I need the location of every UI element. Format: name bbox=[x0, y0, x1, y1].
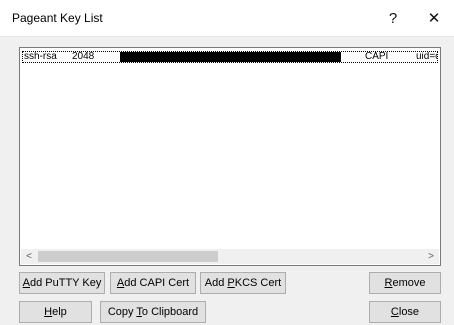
horizontal-scrollbar[interactable]: < > bbox=[21, 249, 439, 264]
add-capi-cert-label-post: dd CAPI Cert bbox=[124, 277, 190, 289]
add-pkcs-cert-accesskey: P bbox=[227, 277, 235, 289]
scroll-left-icon[interactable]: < bbox=[21, 249, 37, 264]
add-pkcs-cert-label-post: KCS Cert bbox=[234, 277, 282, 289]
window-title: Pageant Key List bbox=[12, 11, 103, 25]
copy-label-pre: Copy bbox=[107, 306, 137, 318]
scrollbar-thumb[interactable] bbox=[38, 251, 218, 262]
key-source: CAPI bbox=[365, 51, 389, 62]
list-item[interactable]: ssh-rsa 2048 CAPI uid=ci bbox=[22, 51, 438, 63]
key-bits: 2048 bbox=[72, 51, 95, 62]
scroll-right-icon[interactable]: > bbox=[423, 249, 439, 264]
copy-to-clipboard-button[interactable]: Copy To Clipboard bbox=[100, 301, 206, 323]
copy-label-post: o Clipboard bbox=[141, 306, 199, 318]
key-comment: uid=ci bbox=[416, 51, 437, 62]
remove-button[interactable]: Remove bbox=[369, 272, 441, 294]
add-pkcs-cert-label-pre: Add bbox=[204, 277, 228, 289]
add-pkcs-cert-button[interactable]: Add PKCS Cert bbox=[200, 272, 286, 294]
close-accesskey: C bbox=[390, 306, 399, 318]
key-fingerprint-redacted bbox=[120, 52, 341, 62]
add-putty-key-button[interactable]: Add PuTTY Key bbox=[19, 272, 105, 294]
close-button[interactable]: Close bbox=[369, 301, 441, 323]
add-putty-key-label-post: dd PuTTY Key bbox=[30, 277, 102, 289]
help-accesskey: H bbox=[44, 306, 53, 318]
add-capi-cert-button[interactable]: Add CAPI Cert bbox=[110, 272, 196, 294]
close-icon[interactable]: ✕ bbox=[414, 4, 454, 32]
add-putty-key-accesskey: A bbox=[22, 277, 30, 289]
help-icon[interactable]: ? bbox=[373, 4, 413, 32]
remove-label-post: emove bbox=[392, 277, 426, 289]
key-type: ssh-rsa bbox=[24, 51, 57, 62]
key-listbox[interactable]: ssh-rsa 2048 CAPI uid=ci < > bbox=[19, 47, 441, 266]
help-button[interactable]: Help bbox=[19, 301, 92, 323]
title-bar: Pageant Key List ? ✕ bbox=[0, 0, 454, 37]
help-label-post: elp bbox=[52, 306, 67, 318]
close-label-post: lose bbox=[398, 306, 420, 318]
